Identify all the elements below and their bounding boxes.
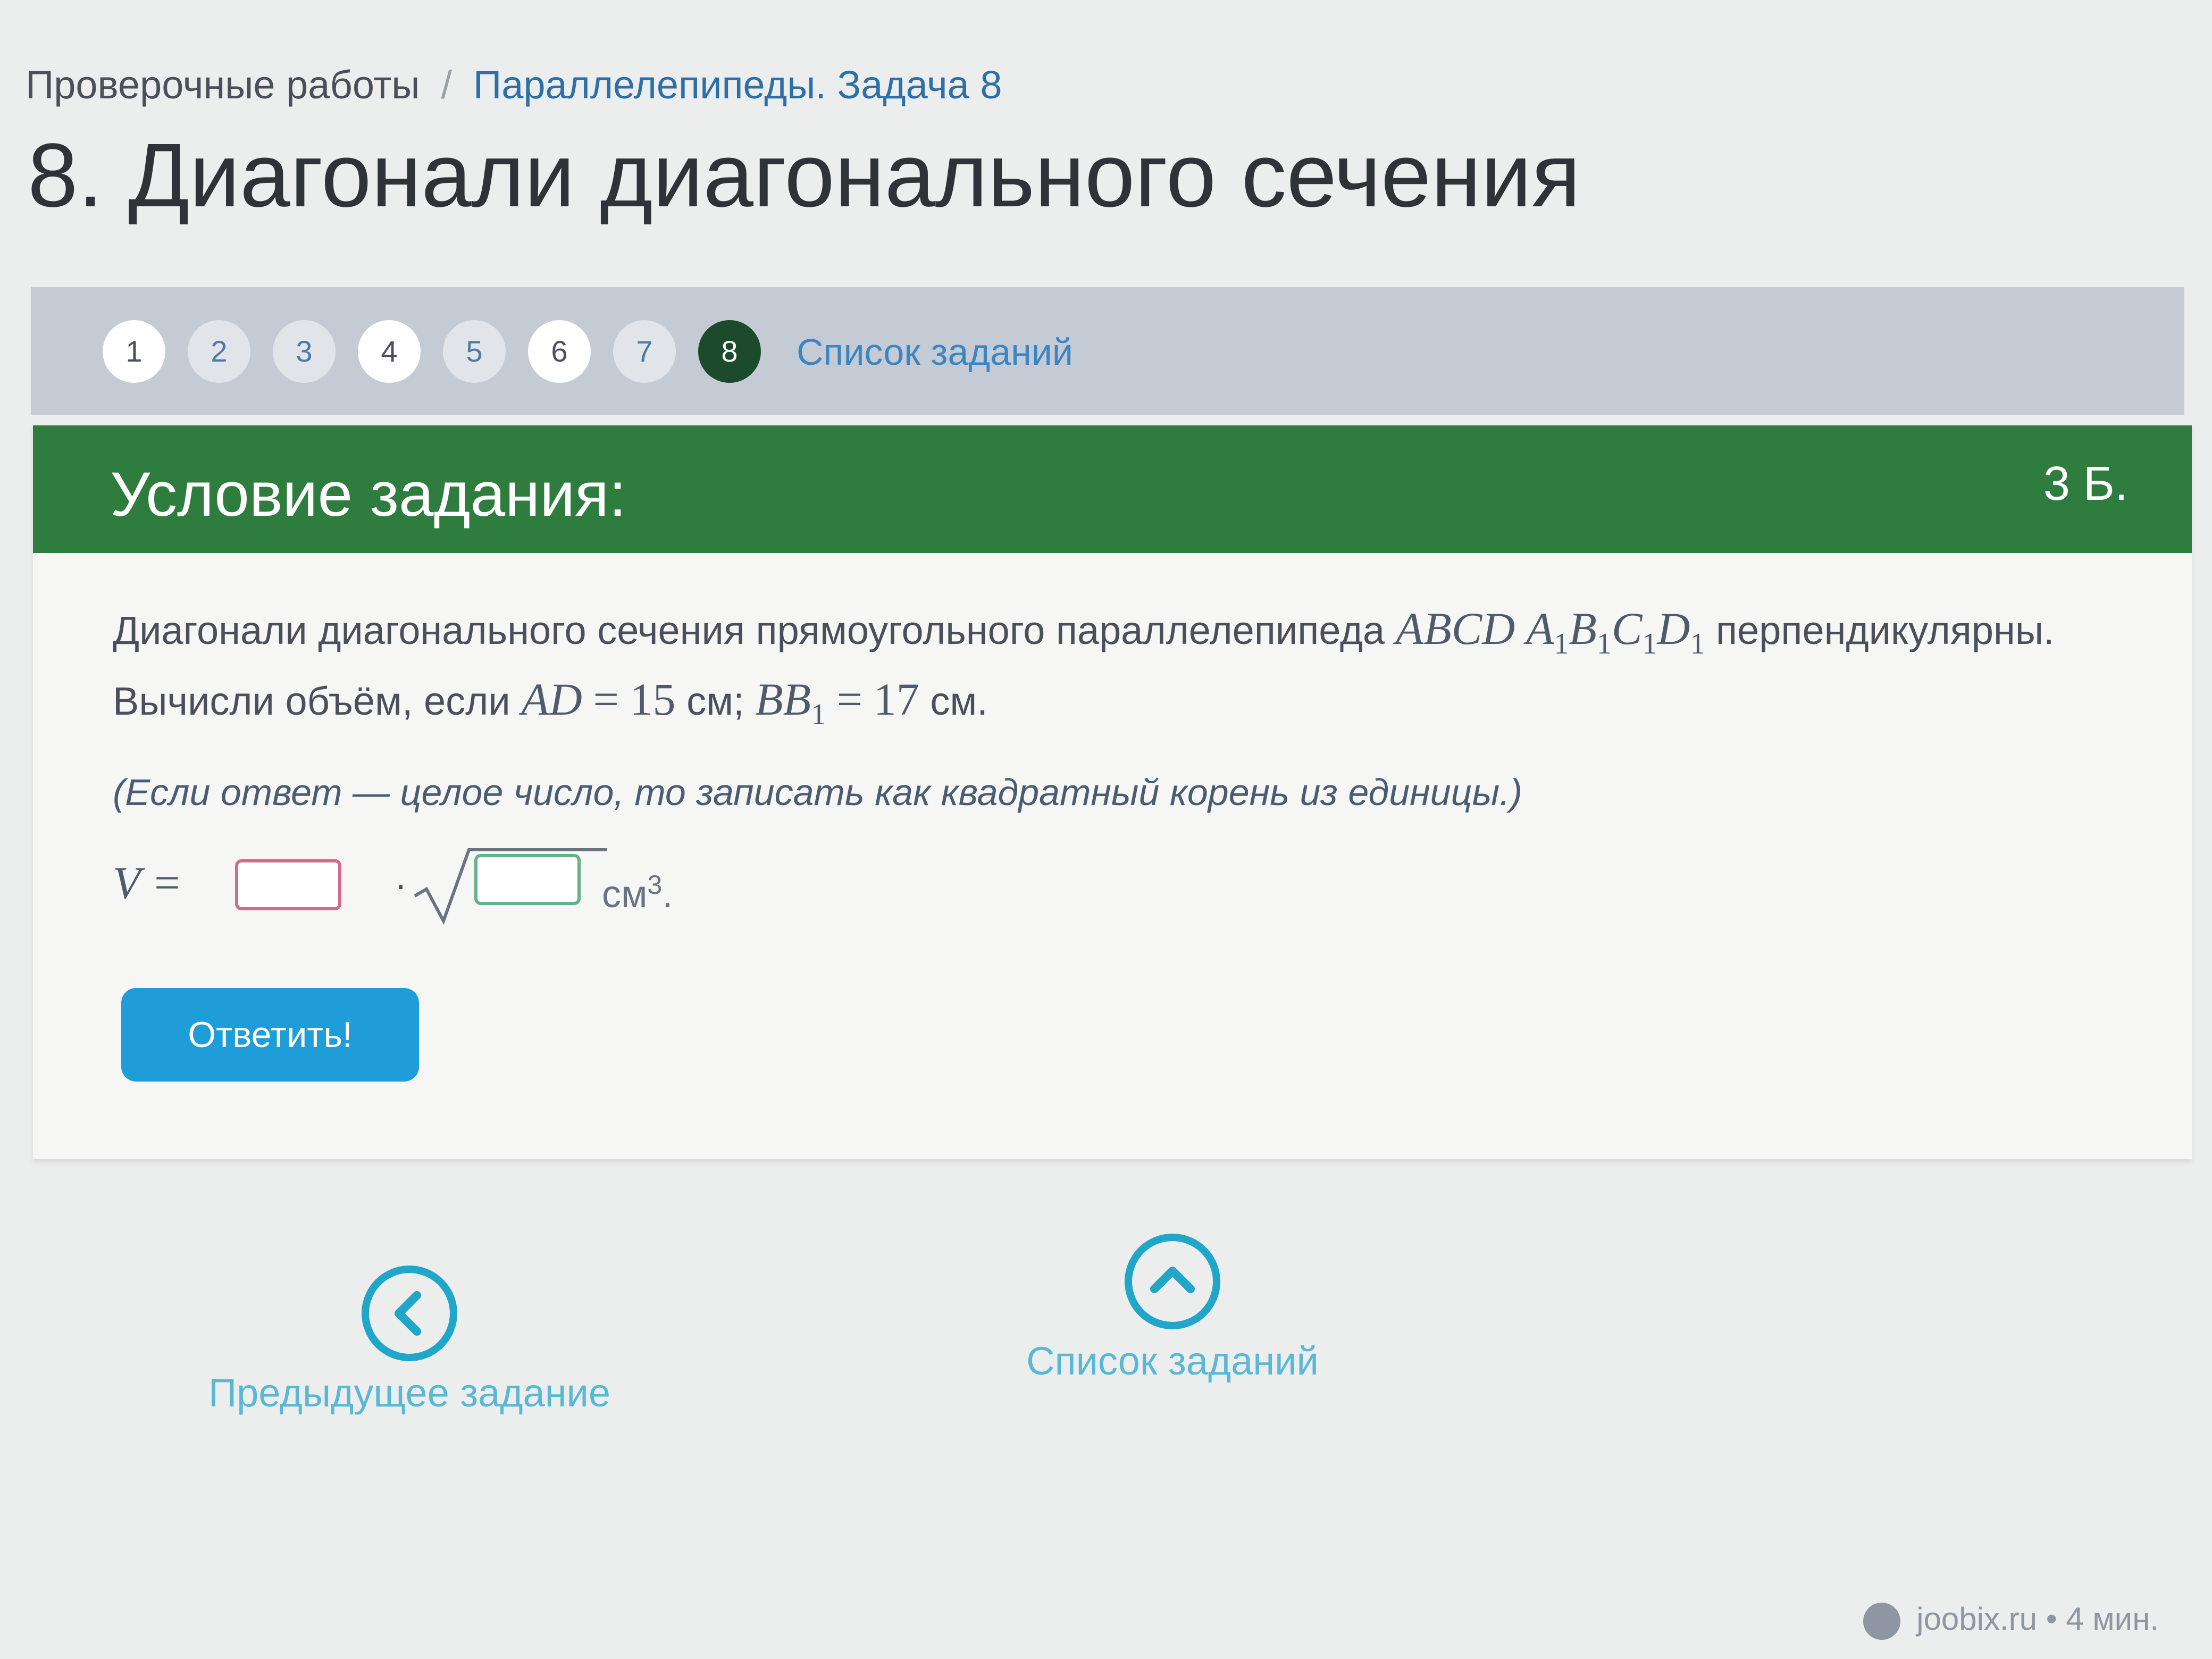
breadcrumb-link-tests[interactable]: Проверочные работы [26, 63, 420, 107]
step-5[interactable]: 5 [443, 320, 506, 383]
multiply-dot: · [395, 864, 407, 905]
ad-label: AD [521, 674, 582, 725]
site-logo-icon [1863, 1603, 1901, 1640]
statement-text: Диагонали диагонального сечения прямоуго… [113, 608, 1385, 652]
task-header: Условие задания: 3 Б. [33, 425, 2192, 553]
step-2[interactable]: 2 [188, 320, 250, 383]
bb1-value: 17 [873, 674, 919, 725]
page-title: 8. Диагонали диагонального сечения [28, 125, 1581, 226]
breadcrumb: Проверочные работы / Параллелепипеды. Зада… [26, 58, 1002, 112]
step-4[interactable]: 4 [358, 320, 421, 383]
footer: joobix.ru • 4 мин. [1863, 1595, 2159, 1643]
previous-task-label[interactable]: Предыдущее задание [202, 1367, 617, 1420]
unit: см [686, 679, 733, 724]
prism-name: ABCD A1B1C1D1 [1395, 603, 1705, 661]
breadcrumb-link-current[interactable]: Параллелепипеды. Задача 8 [473, 63, 1002, 107]
step-3[interactable]: 3 [273, 320, 336, 383]
step-7[interactable]: 7 [613, 320, 676, 383]
semicolon: ; [733, 679, 744, 724]
equals-sign: = [836, 674, 863, 725]
task-steps-bar: 1 2 3 4 5 6 7 8 Список заданий [31, 287, 2184, 415]
statement-text: перпендикулярны. [1716, 608, 2055, 652]
task-header-title: Условие задания: [110, 459, 626, 530]
chevron-left-icon [395, 1291, 421, 1336]
task-list-label[interactable]: Список заданий [994, 1335, 1351, 1388]
ad-value: 15 [630, 674, 676, 725]
formula-lhs: V = [113, 857, 182, 908]
coefficient-input[interactable] [235, 859, 341, 910]
equals-sign: = [593, 674, 619, 725]
radicand-input[interactable] [474, 854, 581, 905]
task-statement: Диагонали диагонального сечения прямоуго… [113, 601, 2160, 742]
answer-button[interactable]: Ответить! [121, 988, 419, 1082]
previous-task-button[interactable] [362, 1266, 457, 1361]
answer-hint: (Если ответ — целое число, то записать к… [113, 772, 1522, 813]
step-8-current[interactable]: 8 [698, 320, 761, 383]
task-card: Условие задания: 3 Б. Диагонали диагонал… [33, 425, 2192, 1159]
statement-text: Вычисли объём, если [113, 679, 510, 724]
bb1-label: BB1 [755, 674, 826, 732]
breadcrumb-separator: / [441, 63, 453, 107]
step-1[interactable]: 1 [103, 320, 165, 383]
volume-unit: см3. [602, 870, 673, 916]
task-list-link[interactable]: Список заданий [797, 325, 1073, 379]
task-list-button[interactable] [1125, 1234, 1220, 1329]
footer-bullet: • [2046, 1601, 2057, 1637]
footer-site[interactable]: joobix.ru [1916, 1601, 2037, 1637]
chevron-up-icon [1150, 1267, 1195, 1293]
step-6[interactable]: 6 [528, 320, 591, 383]
task-points: 3 Б. [2043, 457, 2128, 510]
footer-time: 4 мин. [2066, 1601, 2159, 1637]
unit: см. [930, 679, 988, 724]
